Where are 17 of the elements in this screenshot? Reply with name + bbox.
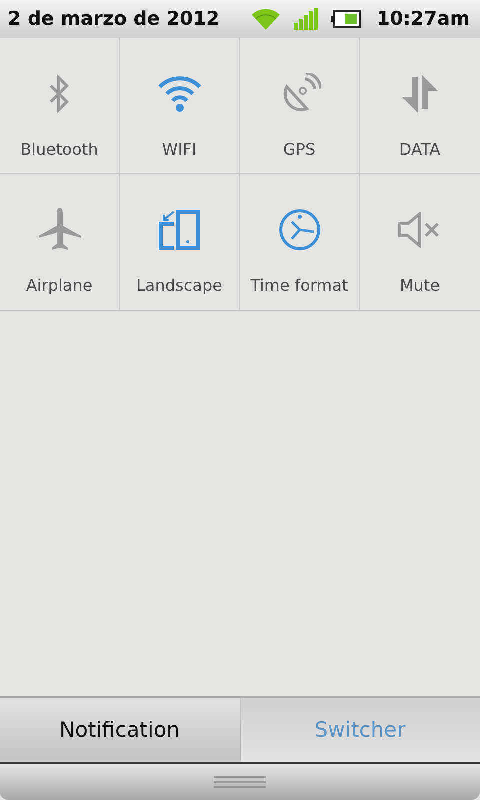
wifi-icon <box>158 75 202 113</box>
clock-icon <box>278 208 322 252</box>
wifi-signal-icon <box>250 8 281 30</box>
data-arrows-icon <box>400 73 440 115</box>
tab[interactable]: Notification <box>0 698 240 762</box>
speaker-muted-icon <box>398 212 442 248</box>
cell-signal-icon <box>292 8 319 30</box>
drag-handle-icon <box>214 775 266 789</box>
screen-rotation-icon <box>158 210 200 250</box>
toggle-tile[interactable]: GPS <box>240 38 360 174</box>
toggle-tile[interactable]: Bluetooth <box>0 38 120 174</box>
drawer-handle-bar[interactable] <box>0 764 480 800</box>
status-time: 10:27am <box>376 8 470 30</box>
status-date: 2 de marzo de 2012 <box>8 8 221 30</box>
toggle-tile[interactable]: WIFI <box>120 38 240 174</box>
airplane-icon <box>38 208 80 252</box>
battery-icon <box>330 10 361 28</box>
